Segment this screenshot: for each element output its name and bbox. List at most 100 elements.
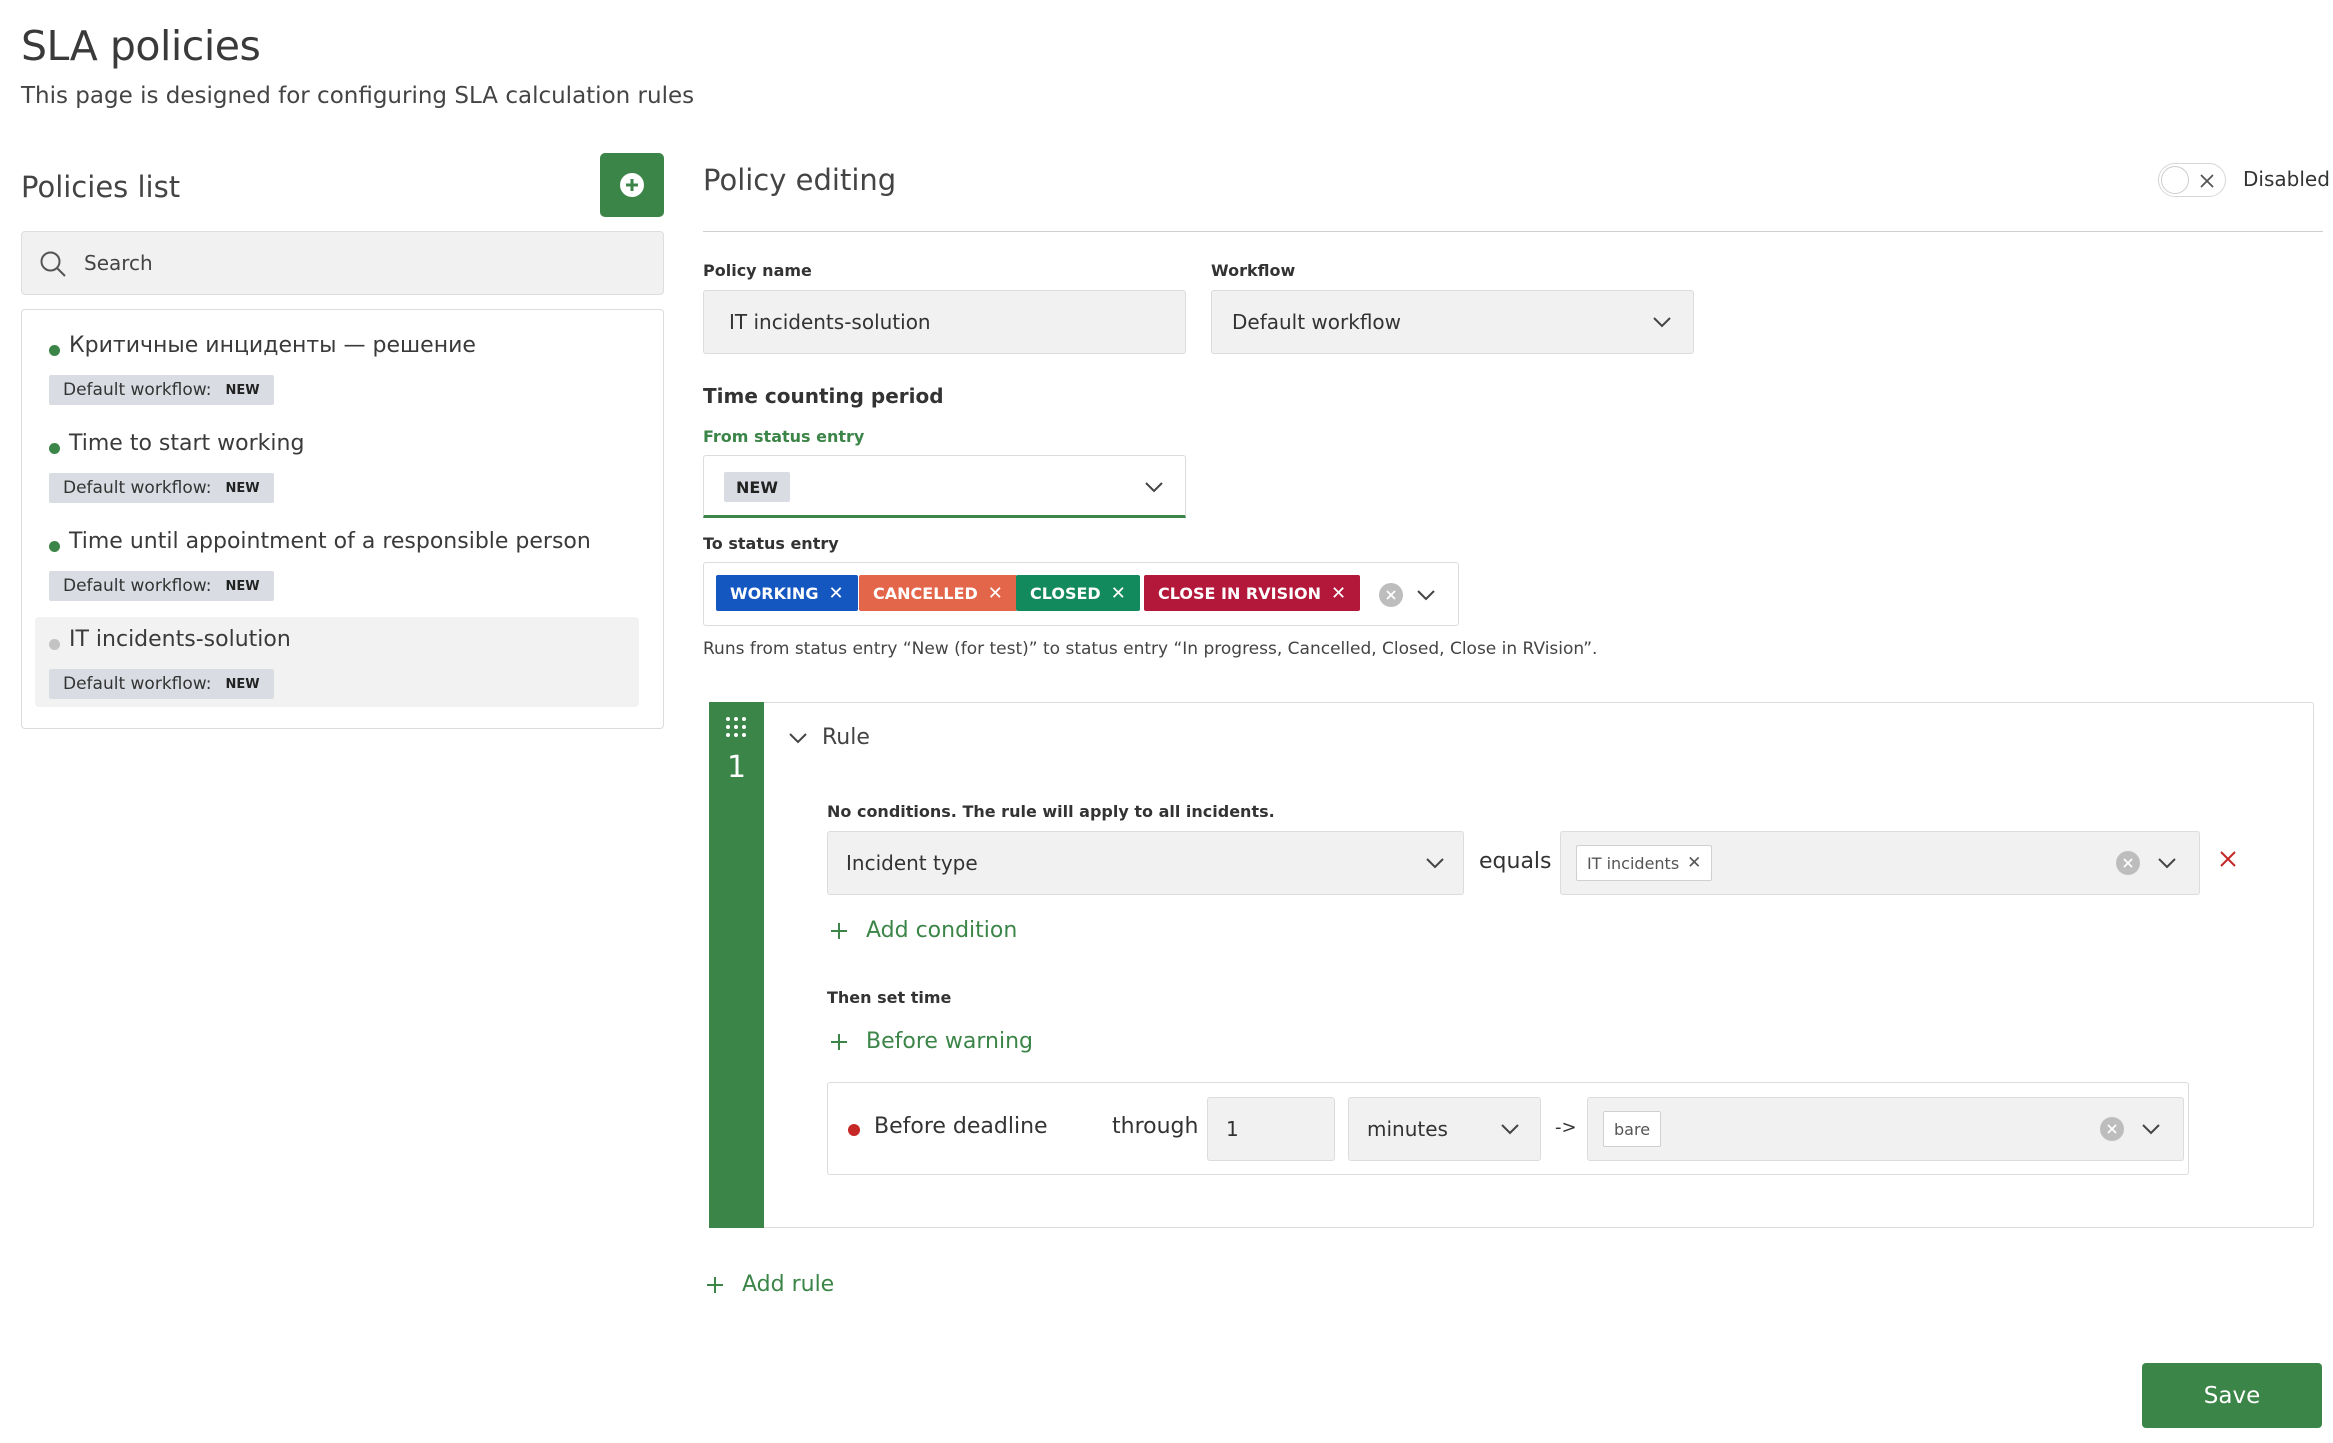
add-policy-button[interactable] bbox=[600, 153, 664, 217]
page-title: SLA policies bbox=[21, 22, 261, 70]
add-before-warning-button[interactable]: Before warning bbox=[830, 1029, 1033, 1054]
to-status-label: To status entry bbox=[703, 534, 839, 553]
policy-item[interactable]: Time until appointment of a responsible … bbox=[35, 519, 639, 609]
policies-list-title: Policies list bbox=[21, 170, 181, 204]
clear-values-icon[interactable] bbox=[2116, 851, 2140, 875]
policy-item[interactable]: Time to start working Default workflow: … bbox=[35, 421, 639, 511]
tag-label: CLOSED bbox=[1030, 583, 1101, 603]
status-tag-close-in-rvision[interactable]: CLOSE IN RVISION ✕ bbox=[1144, 575, 1361, 611]
tag-remove-icon[interactable]: ✕ bbox=[1331, 583, 1346, 604]
workflow-badge: Default workflow: NEW bbox=[49, 669, 274, 699]
workflow-badge: Default workflow: NEW bbox=[49, 571, 274, 601]
policies-list: Критичные инциденты — решение Default wo… bbox=[21, 309, 664, 729]
deadline-amount-input[interactable] bbox=[1208, 1098, 1334, 1160]
workflow-status: NEW bbox=[225, 578, 260, 594]
time-counting-title: Time counting period bbox=[703, 384, 944, 408]
policy-name: Time to start working bbox=[69, 431, 305, 456]
save-button[interactable]: Save bbox=[2142, 1363, 2322, 1428]
status-tag-closed[interactable]: CLOSED ✕ bbox=[1016, 575, 1140, 611]
before-deadline-label: Before deadline bbox=[874, 1114, 1048, 1139]
status-tag-cancelled[interactable]: CANCELLED ✕ bbox=[859, 575, 1017, 611]
enabled-toggle[interactable] bbox=[2158, 163, 2226, 197]
condition-operator: equals bbox=[1479, 849, 1552, 874]
active-status-dot bbox=[49, 541, 60, 552]
chevron-down-icon bbox=[1426, 858, 1444, 869]
workflow-name: Default workflow: bbox=[63, 380, 212, 400]
before-warning-label: Before warning bbox=[866, 1029, 1034, 1054]
chevron-down-icon bbox=[789, 733, 807, 744]
policy-name: Time until appointment of a responsible … bbox=[69, 529, 591, 554]
time-unit-select[interactable]: minutes bbox=[1348, 1097, 1541, 1161]
chevron-down-icon bbox=[1145, 482, 1163, 493]
status-tag-working[interactable]: WORKING ✕ bbox=[716, 575, 858, 611]
status-range-hint: Runs from status entry “New (for test)” … bbox=[703, 639, 1598, 659]
through-label: through bbox=[1112, 1114, 1199, 1139]
plus-icon bbox=[707, 1276, 723, 1293]
tag-label: CANCELLED bbox=[873, 583, 978, 603]
no-conditions-label: No conditions. The rule will apply to al… bbox=[827, 802, 1275, 821]
add-rule-button[interactable]: Add rule bbox=[706, 1272, 834, 1297]
chevron-down-icon[interactable] bbox=[1416, 588, 1436, 602]
arrow-label: -> bbox=[1555, 1117, 1577, 1138]
chip-label: bare bbox=[1614, 1119, 1651, 1139]
chevron-down-icon[interactable] bbox=[2141, 1122, 2161, 1136]
chevron-down-icon bbox=[1653, 317, 1671, 328]
clear-target-icon[interactable] bbox=[2100, 1117, 2124, 1141]
workflow-name: Default workflow: bbox=[63, 674, 212, 694]
rule-collapse-toggle[interactable]: Rule bbox=[788, 725, 870, 750]
from-status-label: From status entry bbox=[703, 427, 865, 446]
policy-name-value: IT incidents-solution bbox=[729, 310, 931, 334]
rule-title: Rule bbox=[822, 725, 870, 750]
add-condition-label: Add condition bbox=[866, 918, 1018, 943]
workflow-name: Default workflow: bbox=[63, 576, 212, 596]
policy-name-input[interactable]: IT incidents-solution bbox=[703, 290, 1186, 354]
condition-field-select[interactable]: Incident type bbox=[827, 831, 1464, 895]
search-box bbox=[21, 231, 664, 295]
tag-remove-icon[interactable]: ✕ bbox=[828, 583, 843, 604]
drag-handle-icon[interactable] bbox=[725, 716, 747, 738]
chevron-down-icon[interactable] bbox=[2157, 856, 2177, 870]
condition-value-chip: IT incidents ✕ bbox=[1576, 845, 1713, 881]
divider bbox=[703, 231, 2323, 232]
deadline-target-select[interactable]: bare bbox=[1587, 1097, 2184, 1161]
workflow-select[interactable]: Default workflow bbox=[1211, 290, 1694, 354]
policy-editing-title: Policy editing bbox=[703, 163, 897, 197]
toggle-knob bbox=[2161, 166, 2189, 194]
plus-circle-icon bbox=[620, 173, 644, 197]
active-status-dot bbox=[49, 443, 60, 454]
policy-item-selected[interactable]: IT incidents-solution Default workflow: … bbox=[35, 617, 639, 707]
tag-remove-icon[interactable]: ✕ bbox=[988, 583, 1003, 604]
workflow-value: Default workflow bbox=[1232, 310, 1402, 334]
active-status-dot bbox=[49, 345, 60, 356]
tag-label: CLOSE IN RVISION bbox=[1158, 583, 1322, 603]
chip-remove-icon[interactable]: ✕ bbox=[1687, 853, 1701, 873]
plus-icon bbox=[831, 1033, 847, 1050]
plus-icon bbox=[831, 922, 847, 939]
remove-condition-icon[interactable] bbox=[2218, 849, 2238, 869]
tag-remove-icon[interactable]: ✕ bbox=[1111, 583, 1126, 604]
chip-label: IT incidents bbox=[1587, 853, 1680, 873]
target-value-chip: bare bbox=[1603, 1111, 1662, 1147]
deadline-amount-field bbox=[1207, 1097, 1335, 1161]
close-icon bbox=[2200, 174, 2214, 188]
policy-name: Критичные инциденты — решение bbox=[69, 333, 476, 358]
add-rule-label: Add rule bbox=[742, 1272, 835, 1297]
clear-all-icon[interactable] bbox=[1379, 583, 1403, 607]
search-input[interactable] bbox=[84, 232, 644, 294]
workflow-status: NEW bbox=[225, 382, 260, 398]
tag-label: WORKING bbox=[730, 583, 819, 603]
add-condition-button[interactable]: Add condition bbox=[830, 918, 1017, 943]
time-unit-value: minutes bbox=[1367, 1117, 1448, 1141]
toggle-label: Disabled bbox=[2243, 167, 2330, 191]
workflow-status: NEW bbox=[225, 676, 260, 692]
policy-name-label: Policy name bbox=[703, 261, 812, 280]
inactive-status-dot bbox=[49, 639, 60, 650]
to-status-multiselect[interactable]: WORKING ✕ CANCELLED ✕ CLOSED ✕ CLOSE IN RVI… bbox=[703, 562, 1459, 626]
condition-values-select[interactable]: IT incidents ✕ bbox=[1560, 831, 2200, 895]
policy-item[interactable]: Критичные инциденты — решение Default wo… bbox=[35, 323, 639, 413]
condition-field-value: Incident type bbox=[846, 851, 978, 875]
page-subtitle: This page is designed for configuring SL… bbox=[21, 83, 695, 109]
from-status-select[interactable]: NEW bbox=[703, 455, 1186, 518]
workflow-name: Default workflow: bbox=[63, 478, 212, 498]
from-status-chip: NEW bbox=[724, 472, 790, 502]
